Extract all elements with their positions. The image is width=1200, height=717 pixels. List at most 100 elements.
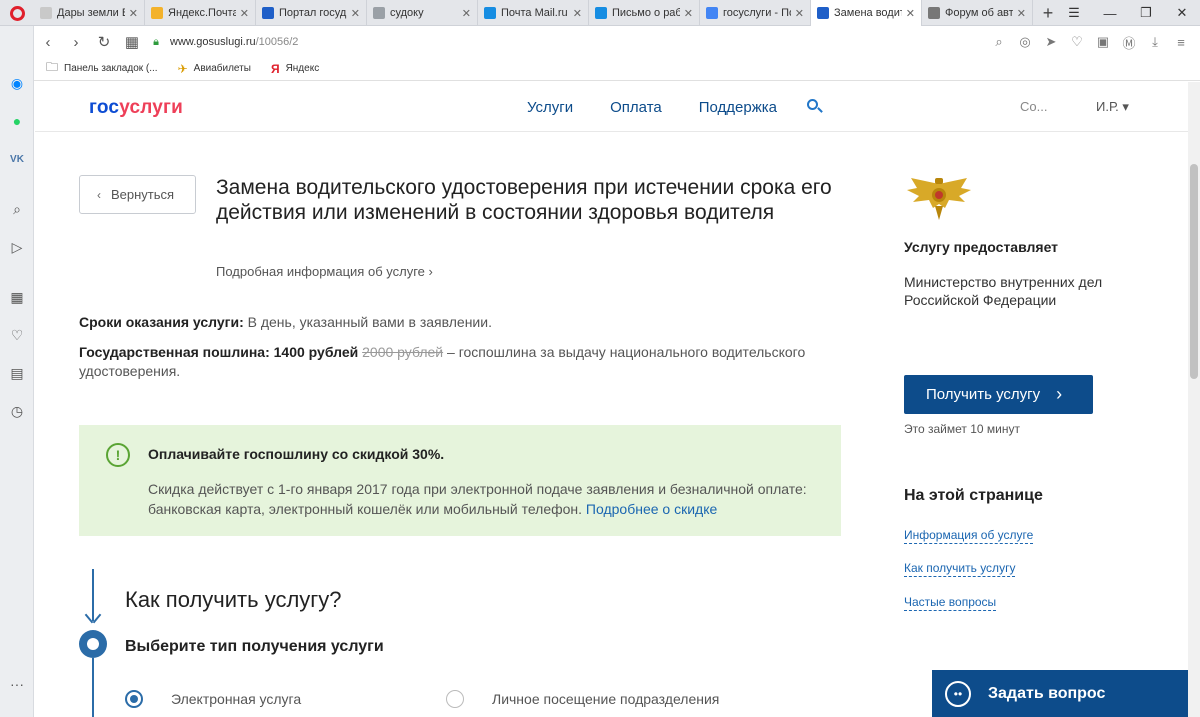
- close-tab-icon[interactable]: ✕: [684, 7, 693, 20]
- tab-0[interactable]: Дары земли В ✕: [34, 0, 145, 26]
- opera-menu-icon[interactable]: [0, 0, 34, 26]
- close-tab-icon[interactable]: ✕: [129, 7, 138, 20]
- back-nav-icon[interactable]: ‹: [34, 28, 62, 56]
- nav-services[interactable]: Услуги: [527, 99, 573, 116]
- history-icon[interactable]: ◷: [0, 398, 34, 424]
- nav-support[interactable]: Поддержка: [699, 99, 777, 116]
- whatsapp-icon[interactable]: ●: [0, 108, 34, 134]
- close-tab-icon[interactable]: ✕: [462, 7, 471, 20]
- service-title: Замена водительского удостоверения при и…: [216, 176, 832, 224]
- search-page-icon[interactable]: ⌕: [986, 29, 1012, 55]
- browser-sidebar: ◉ ● VK ⌕ ▷ ▦ ♡ ▤ ◷ ···: [0, 26, 34, 717]
- back-label: Вернуться: [111, 187, 175, 202]
- timeline-step-icon: [79, 630, 107, 658]
- discount-more-link[interactable]: Подробнее о скидке: [586, 501, 717, 517]
- tab-2[interactable]: Портал госуд ✕: [256, 0, 367, 26]
- terms-label: Сроки оказания услуги:: [79, 314, 244, 330]
- favicon-icon: [706, 7, 718, 19]
- close-window-icon[interactable]: ✕: [1164, 0, 1200, 26]
- mvd-emblem-icon: [907, 178, 971, 220]
- folder-icon: 🗀: [46, 60, 59, 74]
- chevron-right-icon: ›: [1056, 384, 1063, 404]
- fee-old-price: 2000 рублей: [362, 344, 444, 360]
- scrollbar-thumb[interactable]: [1190, 164, 1198, 379]
- tab-title: Форум об авт: [945, 7, 1013, 19]
- reload-icon[interactable]: ↻: [90, 28, 118, 56]
- tab-7-active[interactable]: Замена водит ✕: [811, 0, 922, 26]
- lock-icon[interactable]: 🔒︎: [146, 36, 166, 49]
- tab-3[interactable]: судоку ✕: [367, 0, 478, 26]
- onpage-link-how[interactable]: Как получить услугу: [904, 561, 1016, 577]
- speed-dial-icon[interactable]: ▦: [118, 28, 146, 56]
- tab-title: Дары земли В: [57, 7, 125, 19]
- radio-empty-icon[interactable]: [446, 690, 464, 708]
- tab-title: Портал госуд: [279, 7, 347, 19]
- bookmarks-bar: 🗀 Панель закладок (... ✈ Авиабилеты Я Яндек…: [34, 57, 1200, 81]
- url-field[interactable]: www.gosuslugi.ru/10056/2: [170, 36, 298, 48]
- close-tab-icon[interactable]: ✕: [906, 7, 915, 20]
- vpn-icon[interactable]: ▣: [1090, 29, 1116, 55]
- messenger-icon[interactable]: ◉: [0, 70, 34, 96]
- gosuslugi-logo[interactable]: госуслуги: [89, 97, 183, 119]
- download-icon[interactable]: ⤓: [1142, 29, 1168, 55]
- service-fee: Государственная пошлина: 1400 рублей 200…: [79, 343, 839, 381]
- fee-label: Государственная пошлина:: [79, 344, 270, 360]
- tab-4[interactable]: Почта Mail.ru ✕: [478, 0, 589, 26]
- search-icon[interactable]: ⌕: [0, 196, 34, 222]
- ask-question-widget[interactable]: •• Задать вопрос ✕: [932, 670, 1188, 717]
- radio-selected-icon[interactable]: [125, 690, 143, 708]
- camera-icon[interactable]: ◎: [1012, 29, 1038, 55]
- option-electronic[interactable]: Электронная услуга: [125, 690, 301, 708]
- more-info-label: Подробная информация об услуге: [216, 264, 425, 279]
- user-org[interactable]: Со...: [1020, 99, 1047, 114]
- close-tab-icon[interactable]: ✕: [573, 7, 582, 20]
- news-icon[interactable]: ▤: [0, 360, 34, 386]
- page-scrollbar[interactable]: [1188, 82, 1200, 717]
- more-icon[interactable]: ···: [0, 671, 34, 697]
- get-service-button[interactable]: Получить услугу ›: [904, 375, 1093, 414]
- search-icon[interactable]: [807, 99, 823, 113]
- fee-price: 1400 рублей: [273, 344, 359, 360]
- close-tab-icon[interactable]: ✕: [351, 7, 360, 20]
- back-button[interactable]: ‹ Вернуться: [79, 175, 196, 214]
- on-this-page-heading: На этой странице: [904, 487, 1043, 504]
- discount-text: Скидка действует с 1-го января 2017 года…: [148, 479, 818, 519]
- send-icon[interactable]: ▷: [0, 234, 34, 260]
- tab-5[interactable]: Письмо о раб ✕: [589, 0, 700, 26]
- option-in-person[interactable]: Личное посещение подразделения: [446, 690, 719, 708]
- bookmark-panel[interactable]: 🗀 Панель закладок (...: [46, 58, 158, 79]
- chat-bot-icon: ••: [945, 680, 971, 707]
- heart-icon[interactable]: ♡: [0, 322, 34, 348]
- option-label: Личное посещение подразделения: [492, 691, 720, 707]
- speed-dial-icon[interactable]: ▦: [0, 284, 34, 310]
- onpage-link-faq[interactable]: Частые вопросы: [904, 595, 997, 611]
- close-tab-icon[interactable]: ✕: [1017, 7, 1026, 20]
- arrow-down-icon: [85, 613, 101, 625]
- tab-8[interactable]: Форум об авт ✕: [922, 0, 1033, 26]
- user-menu[interactable]: И.Р. ▾: [1096, 99, 1129, 115]
- tab-6[interactable]: госуслуги - По ✕: [700, 0, 811, 26]
- close-tab-icon[interactable]: ✕: [240, 7, 249, 20]
- plane-icon: ✈: [177, 61, 188, 76]
- bookmark-yandex[interactable]: Я Яндекс: [271, 62, 319, 76]
- maximize-icon[interactable]: ❐: [1128, 0, 1164, 26]
- close-tab-icon[interactable]: ✕: [795, 7, 804, 20]
- minimize-icon[interactable]: —: [1092, 0, 1128, 26]
- favicon-icon: [373, 7, 385, 19]
- tab-menu-icon[interactable]: ☰: [1056, 0, 1092, 26]
- site-header: госуслуги Услуги Оплата Поддержка Со... …: [35, 82, 1188, 132]
- heart-icon[interactable]: ♡: [1064, 29, 1090, 55]
- favicon-icon: [595, 7, 607, 19]
- nav-payment[interactable]: Оплата: [610, 99, 662, 116]
- vk-icon[interactable]: VK: [0, 146, 34, 172]
- extension-icon[interactable]: Ⓜ: [1116, 29, 1142, 55]
- favicon-icon: [928, 7, 940, 19]
- bookmark-avia[interactable]: ✈ Авиабилеты: [178, 62, 251, 76]
- exclamation-icon: !: [106, 443, 130, 467]
- onpage-link-info[interactable]: Информация об услуге: [904, 528, 1034, 544]
- tab-1[interactable]: Яндекс.Почта ✕: [145, 0, 256, 26]
- forward-nav-icon[interactable]: ›: [62, 28, 90, 56]
- send-icon[interactable]: ➤: [1038, 29, 1064, 55]
- more-info-link[interactable]: Подробная информация об услуге ›: [216, 264, 433, 279]
- menu-icon[interactable]: ≡: [1168, 29, 1194, 55]
